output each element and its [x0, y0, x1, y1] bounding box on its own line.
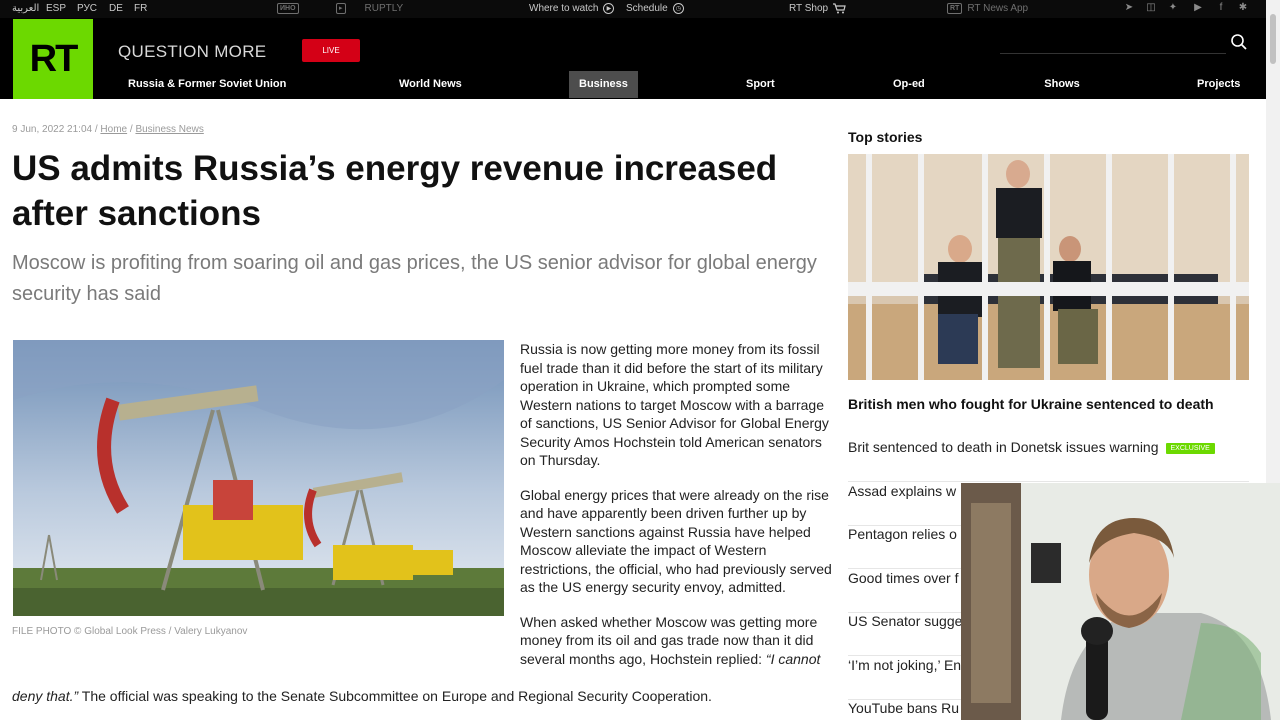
lang-rus-link[interactable]: РУС [77, 3, 97, 14]
cart-icon [833, 3, 846, 14]
lang-fr-link[interactable]: FR [134, 3, 147, 14]
nav-op-ed[interactable]: Op-ed [883, 71, 935, 98]
story-title: Good times over f [848, 570, 959, 586]
tagline: QUESTION MORE [118, 42, 267, 61]
article-meta: 9 Jun, 2022 21:04 / Home / Business News [12, 124, 204, 135]
clock-icon: ◷ [672, 3, 684, 14]
rss-icon[interactable]: ◫ [1145, 2, 1157, 14]
story-title: Assad explains w [848, 483, 957, 499]
lang-de-link[interactable]: DE [109, 3, 123, 14]
utility-bar: العربية ESP РУС DE FR ИНО ▸ RUPTLY Where… [0, 0, 1266, 18]
nav-projects[interactable]: Projects [1187, 71, 1250, 98]
article-photo [13, 340, 504, 616]
facebook-icon[interactable]: f [1215, 2, 1227, 14]
photo-caption: FILE PHOTO © Global Look Press / Valery … [12, 626, 248, 637]
story-title: ‘I’m not joking,’ En [848, 657, 962, 673]
twitter-icon[interactable]: ✦ [1167, 2, 1179, 14]
article-headline: US admits Russia’s energy revenue increa… [12, 149, 778, 233]
ruptly-link[interactable]: ▸ RUPTLY [336, 3, 403, 14]
webcam-overlay [961, 483, 1280, 720]
top-stories-title: Top stories [848, 129, 923, 145]
ino-tv-logo: ИНО [277, 3, 299, 14]
nav-russia-fsu[interactable]: Russia & Former Soviet Union [118, 71, 296, 98]
rt-app-icon: RT [947, 3, 963, 14]
play-icon: ▶ [603, 3, 615, 14]
story-title: US Senator sugge [848, 613, 963, 629]
story-title: YouTube bans Ru [848, 700, 960, 716]
article-standfirst: Moscow is profiting from soaring oil and… [12, 252, 817, 305]
article-paragraph: Global energy prices that were already o… [520, 486, 832, 596]
top-story-photo[interactable] [848, 154, 1249, 380]
rt-shop-label: RT Shop [789, 3, 829, 14]
where-to-watch-label: Where to watch [529, 3, 599, 14]
youtube-icon[interactable]: ▶ [1192, 2, 1204, 14]
top-story-item[interactable]: Brit sentenced to death in Donetsk issue… [848, 439, 1249, 482]
article-body: Russia is now getting more money from it… [520, 340, 835, 684]
news-app-link[interactable]: RT RT News App [947, 3, 1028, 14]
ino-tv-link[interactable]: ИНО [277, 3, 299, 14]
site-header: RT QUESTION MORE LIVE Russia & Former So… [0, 18, 1266, 99]
nav-shows[interactable]: Shows [1034, 71, 1089, 98]
rt-shop-link[interactable]: RT Shop [789, 3, 846, 14]
article-paragraph-3: When asked whether Moscow was getting mo… [520, 613, 835, 669]
exclusive-badge: EXCLUSIVE [1165, 443, 1215, 454]
schedule-label: Schedule [626, 3, 668, 14]
article-paragraph: Russia is now getting more money from it… [520, 341, 829, 468]
scrollbar-thumb[interactable] [1270, 14, 1276, 64]
quote-start: “I cannot [765, 650, 821, 667]
article-paragraph-3-continued: deny that.” The official was speaking to… [12, 687, 832, 706]
nav-sport[interactable]: Sport [736, 71, 785, 98]
story-title: Brit sentenced to death in Donetsk issue… [848, 439, 1159, 455]
schedule-link[interactable]: Schedule ◷ [626, 3, 684, 14]
ruptly-icon: ▸ [336, 3, 346, 14]
news-app-label: RT News App [967, 3, 1029, 14]
breadcrumb-business-news[interactable]: Business News [135, 124, 203, 135]
article-date: 9 Jun, 2022 21:04 [12, 124, 93, 135]
search-icon[interactable] [1230, 33, 1248, 51]
nav-business[interactable]: Business [569, 71, 638, 98]
settings-icon[interactable]: ✱ [1237, 2, 1249, 14]
telegram-icon[interactable]: ➤ [1123, 2, 1135, 14]
main-nav: Russia & Former Soviet Union World News … [0, 71, 1266, 98]
quote-end: deny that.” [12, 688, 79, 704]
breadcrumb-home[interactable]: Home [100, 124, 127, 135]
lang-arabic-link[interactable]: العربية [12, 3, 39, 14]
live-button[interactable]: LIVE [302, 39, 360, 62]
nav-world-news[interactable]: World News [389, 71, 472, 98]
search-input[interactable] [1000, 53, 1226, 54]
top-story-headline[interactable]: British men who fought for Ukraine sente… [848, 396, 1248, 412]
ruptly-label: RUPTLY [364, 3, 404, 14]
story-title: Pentagon relies o [848, 526, 957, 542]
where-to-watch-link[interactable]: Where to watch ▶ [529, 3, 615, 14]
lang-esp-link[interactable]: ESP [46, 3, 66, 14]
p3-end: The official was speaking to the Senate … [78, 688, 712, 704]
